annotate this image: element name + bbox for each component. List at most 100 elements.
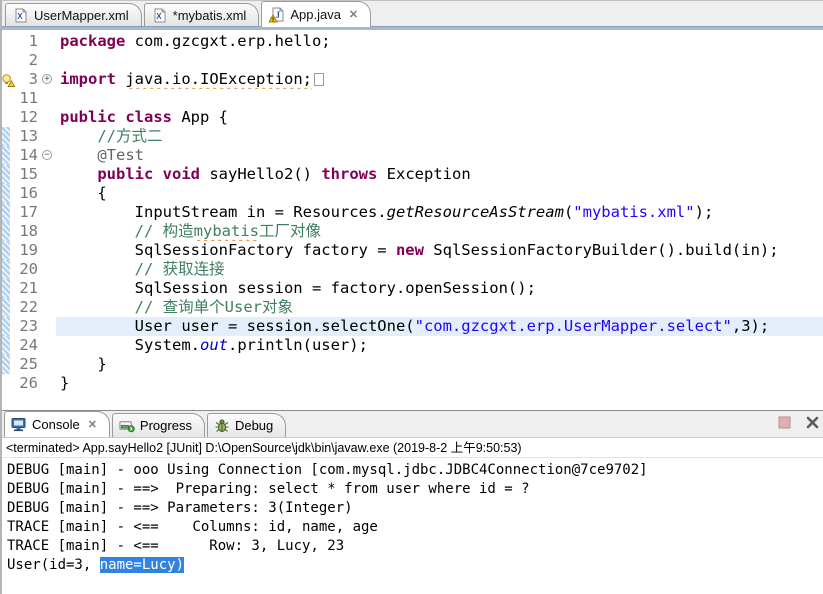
code-line-21[interactable]: 21 SqlSession session = factory.openSess… <box>2 279 823 298</box>
line-number[interactable]: 25 <box>10 355 40 374</box>
editor-tab--mybatis-xml[interactable]: X *mybatis.xml <box>143 3 260 27</box>
editor-tab-bar: X UserMapper.xml X *mybatis.xml J App.java ✕ <box>2 0 823 30</box>
code-text[interactable]: System.out.println(user); <box>56 336 823 355</box>
console-line[interactable]: DEBUG [main] - ==> Parameters: 3(Integer… <box>7 499 823 518</box>
code-line-19[interactable]: 19 SqlSessionFactory factory = new SqlSe… <box>2 241 823 260</box>
line-number[interactable]: 19 <box>10 241 40 260</box>
console-text: DEBUG [main] - ooo Using Connection [com… <box>7 462 648 478</box>
code-text[interactable]: SqlSession session = factory.openSession… <box>56 279 823 298</box>
code-line-23[interactable]: 23 User user = session.selectOne("com.gz… <box>2 317 823 336</box>
console-line[interactable]: DEBUG [main] - ==> Preparing: select * f… <box>7 480 823 499</box>
fold-column <box>40 89 56 108</box>
console-output[interactable]: DEBUG [main] - ooo Using Connection [com… <box>2 458 823 575</box>
fold-column <box>40 298 56 317</box>
tab-label: Progress <box>139 418 192 433</box>
code-text[interactable]: // 查询单个User对象 <box>56 298 823 317</box>
tab-close-icon[interactable]: ✕ <box>88 418 97 431</box>
stop-button[interactable] <box>777 415 791 429</box>
line-number[interactable]: 2 <box>10 51 40 70</box>
code-text[interactable]: } <box>56 355 823 374</box>
line-number[interactable]: 12 <box>10 108 40 127</box>
console-text: TRACE [main] - <== Row: 3, Lucy, 23 <box>7 538 345 554</box>
quick-diff <box>2 32 10 51</box>
code-text[interactable]: // 构造mybatis工厂对像 <box>56 222 823 241</box>
code-line-20[interactable]: 20 // 获取连接 <box>2 260 823 279</box>
line-number[interactable]: 22 <box>10 298 40 317</box>
console-panel: Console ✕ Progress Debug <terminated> App.s… <box>2 410 823 575</box>
code-line-11[interactable]: 11 <box>2 89 823 108</box>
editor-tab-usermapper-xml[interactable]: X UserMapper.xml <box>5 3 142 27</box>
code-line-24[interactable]: 24 System.out.println(user); <box>2 336 823 355</box>
code-line-18[interactable]: 18 // 构造mybatis工厂对像 <box>2 222 823 241</box>
console-tab-progress[interactable]: Progress <box>111 413 205 437</box>
tab-close-icon[interactable]: ✕ <box>349 8 358 21</box>
close-console-icon[interactable] <box>805 415 819 429</box>
code-text[interactable] <box>56 89 823 108</box>
quick-diff-changed <box>2 260 10 279</box>
code-line-14[interactable]: 14− @Test <box>2 146 823 165</box>
code-line-13[interactable]: 13 //方式二 <box>2 127 823 146</box>
quick-diff <box>2 374 10 393</box>
line-number[interactable]: 11 <box>10 89 40 108</box>
console-tab-console[interactable]: Console ✕ <box>4 411 110 437</box>
code-text[interactable]: public void sayHello2() throws Exception <box>56 165 823 184</box>
code-line-26[interactable]: 26} <box>2 374 823 393</box>
code-text[interactable] <box>56 51 823 70</box>
code-text[interactable]: @Test <box>56 146 823 165</box>
code-text[interactable]: import java.io.IOException; <box>56 70 823 89</box>
fold-column <box>40 184 56 203</box>
fold-column <box>40 241 56 260</box>
active-tab-band <box>2 26 823 30</box>
line-number[interactable]: 20 <box>10 260 40 279</box>
code-text[interactable]: // 获取连接 <box>56 260 823 279</box>
selected-text: name=Lucy) <box>99 557 185 573</box>
line-number[interactable]: 18 <box>10 222 40 241</box>
code-line-12[interactable]: 12 public class App { <box>2 108 823 127</box>
code-text[interactable]: public class App { <box>56 108 823 127</box>
code-text[interactable]: InputStream in = Resources.getResourceAs… <box>56 203 823 222</box>
code-text[interactable]: { <box>56 184 823 203</box>
console-line[interactable]: DEBUG [main] - ooo Using Connection [com… <box>7 461 823 480</box>
editor-tab-app-java[interactable]: J App.java ✕ <box>261 1 372 27</box>
console-line[interactable]: TRACE [main] - <== Row: 3, Lucy, 23 <box>7 537 823 556</box>
console-tab-debug[interactable]: Debug <box>206 413 287 437</box>
code-line-16[interactable]: 16 { <box>2 184 823 203</box>
code-line-17[interactable]: 17 InputStream in = Resources.getResourc… <box>2 203 823 222</box>
warning-bulb-icon[interactable] <box>2 73 16 87</box>
fold-column <box>40 260 56 279</box>
code-text[interactable]: //方式二 <box>56 127 823 146</box>
console-line[interactable]: User(id=3, name=Lucy) <box>7 556 823 575</box>
code-text[interactable]: package com.gzcgxt.erp.hello; <box>56 32 823 51</box>
line-number[interactable]: 24 <box>10 336 40 355</box>
line-number[interactable]: 14 <box>10 146 40 165</box>
quick-diff-changed <box>2 317 10 336</box>
quick-diff-changed <box>2 184 10 203</box>
line-number[interactable]: 16 <box>10 184 40 203</box>
line-number[interactable]: 15 <box>10 165 40 184</box>
xml-file-icon: X <box>13 8 29 24</box>
fold-expand-icon[interactable]: + <box>42 74 52 84</box>
fold-collapse-icon[interactable]: − <box>42 150 52 160</box>
quick-diff-changed <box>2 203 10 222</box>
code-editor[interactable]: 1 package com.gzcgxt.erp.hello; 2 3 + import … <box>2 30 823 410</box>
console-toolbar <box>777 415 819 429</box>
code-text[interactable]: } <box>56 374 823 393</box>
line-number[interactable]: 21 <box>10 279 40 298</box>
tab-label: App.java <box>290 7 341 22</box>
code-text[interactable]: User user = session.selectOne("com.gzcgx… <box>56 317 823 336</box>
code-line-15[interactable]: 15 public void sayHello2() throws Except… <box>2 165 823 184</box>
collapsed-region-box[interactable] <box>313 73 324 86</box>
line-number[interactable]: 23 <box>10 317 40 336</box>
code-line-25[interactable]: 25 } <box>2 355 823 374</box>
console-line[interactable]: TRACE [main] - <== Columns: id, name, ag… <box>7 518 823 537</box>
line-number[interactable]: 26 <box>10 374 40 393</box>
line-number[interactable]: 13 <box>10 127 40 146</box>
code-line-1[interactable]: 1 package com.gzcgxt.erp.hello; <box>2 32 823 51</box>
code-text[interactable]: SqlSessionFactory factory = new SqlSessi… <box>56 241 823 260</box>
code-line-3[interactable]: 3 + import java.io.IOException; <box>2 70 823 89</box>
line-number[interactable]: 17 <box>10 203 40 222</box>
line-number[interactable]: 1 <box>10 32 40 51</box>
code-line-2[interactable]: 2 <box>2 51 823 70</box>
xml-file-icon: X <box>152 8 168 24</box>
code-line-22[interactable]: 22 // 查询单个User对象 <box>2 298 823 317</box>
